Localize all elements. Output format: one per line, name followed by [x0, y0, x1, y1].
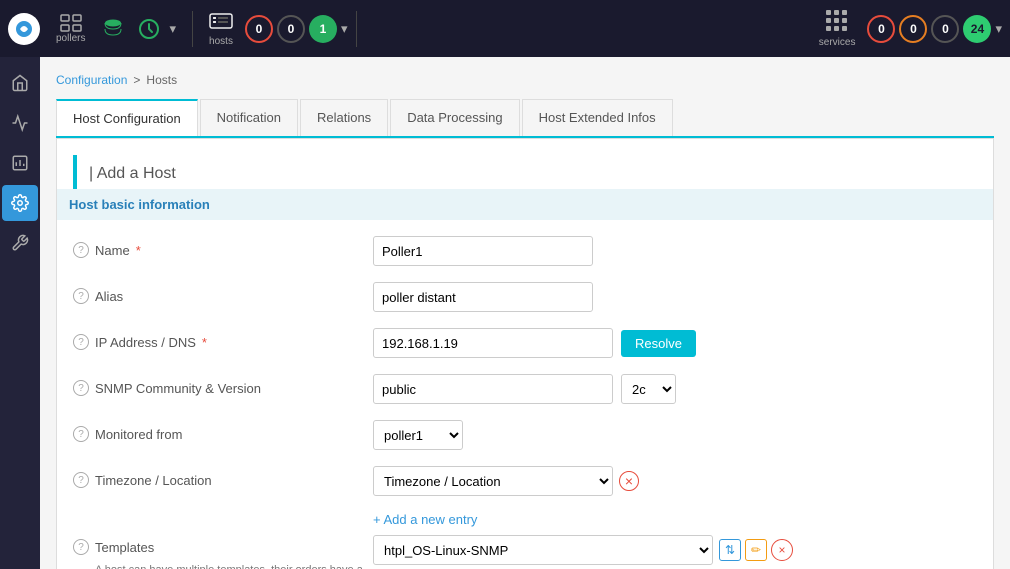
alias-help-icon[interactable]: ?	[73, 288, 89, 304]
snmp-control-wrap: 2c 1 3	[373, 374, 977, 404]
tabs-container: Host Configuration Notification Relation…	[56, 99, 994, 138]
template-row-1: htpl_OS-Linux-SNMP ⇅ ✏ ×	[373, 535, 793, 565]
hosts-icon	[209, 11, 233, 31]
sidebar-item-home[interactable]	[2, 65, 38, 101]
tab-host-extended-infos[interactable]: Host Extended Infos	[522, 99, 673, 136]
top-navbar: pollers ▾ hosts 0 0 1 ▾	[0, 0, 1010, 57]
form-row-templates: ? Templates A host can have multiple tem…	[73, 535, 977, 569]
template-1-delete-btn[interactable]: ×	[771, 539, 793, 561]
pollers-chevron[interactable]: ▾	[169, 21, 176, 37]
form-row-monitored: ? Monitored from poller1	[73, 420, 977, 452]
snmp-version-select[interactable]: 2c 1 3	[621, 374, 676, 404]
name-help-icon[interactable]: ?	[73, 242, 89, 258]
main-layout: Configuration > Hosts Host Configuration…	[0, 57, 1010, 569]
timezone-select[interactable]: Timezone / Location	[373, 466, 613, 496]
timezone-label: ? Timezone / Location	[73, 466, 373, 488]
template-1-select[interactable]: htpl_OS-Linux-SNMP	[373, 535, 713, 565]
sidebar-item-tools[interactable]	[2, 225, 38, 261]
alias-control-wrap	[373, 282, 977, 312]
pollers-label: pollers	[56, 33, 85, 44]
alias-input[interactable]	[373, 282, 593, 312]
services-badge-0: 0	[867, 15, 895, 43]
page-title: | Add a Host	[73, 155, 977, 193]
hosts-badges: 0 0 1 ▾	[245, 15, 348, 43]
templates-control-wrap: htpl_OS-Linux-SNMP ⇅ ✏ × htpl_App-centre…	[373, 535, 977, 569]
hosts-badge-1: 0	[277, 15, 305, 43]
main-content: Configuration > Hosts Host Configuration…	[40, 57, 1010, 569]
name-control-wrap	[373, 236, 977, 266]
breadcrumb: Configuration > Hosts	[56, 73, 994, 87]
sidebar-item-chart[interactable]	[2, 145, 38, 181]
monitored-help-icon[interactable]: ?	[73, 426, 89, 442]
sidebar	[0, 57, 40, 569]
sidebar-item-settings[interactable]	[2, 185, 38, 221]
form-row-snmp: ? SNMP Community & Version 2c 1 3	[73, 374, 977, 406]
timezone-help-icon[interactable]: ?	[73, 472, 89, 488]
hosts-badge-2: 1	[309, 15, 337, 43]
hosts-group: hosts	[201, 11, 241, 47]
hosts-badge-0: 0	[245, 15, 273, 43]
tab-notification[interactable]: Notification	[200, 99, 298, 136]
refresh-icon[interactable]	[137, 17, 161, 41]
services-badge-1: 0	[899, 15, 927, 43]
alias-label: ? Alias	[73, 282, 373, 304]
tab-host-configuration[interactable]: Host Configuration	[56, 99, 198, 136]
hosts-label: hosts	[209, 36, 233, 47]
templates-help-icon[interactable]: ?	[73, 539, 89, 555]
ip-required: *	[202, 335, 207, 350]
services-badge-3: 24	[963, 15, 991, 43]
ip-control-wrap: Resolve	[373, 328, 977, 358]
timezone-wrap: Timezone / Location ×	[373, 466, 639, 496]
tab-data-processing[interactable]: Data Processing	[390, 99, 519, 136]
timezone-control-wrap: Timezone / Location ×	[373, 466, 977, 496]
section-header: Host basic information	[57, 189, 993, 220]
tab-relations[interactable]: Relations	[300, 99, 388, 136]
monitored-control-wrap: poller1	[373, 420, 977, 450]
breadcrumb-current: Hosts	[146, 73, 177, 87]
templates-label-group: ? Templates A host can have multiple tem…	[73, 535, 373, 569]
name-label: ? Name *	[73, 236, 373, 258]
template-1-edit-btn[interactable]: ✏	[745, 539, 767, 561]
breadcrumb-configuration[interactable]: Configuration	[56, 73, 127, 87]
ip-help-icon[interactable]: ?	[73, 334, 89, 350]
app-logo[interactable]	[8, 13, 40, 45]
snmp-community-input[interactable]	[373, 374, 613, 404]
content-box: | Add a Host Host basic information ? Na…	[56, 138, 994, 569]
services-badges: 0 0 0 24 ▾	[867, 15, 1002, 43]
templates-hint: A host can have multiple templates, thei…	[95, 563, 373, 569]
form-row-name: ? Name *	[73, 236, 977, 268]
breadcrumb-separator: >	[133, 73, 140, 87]
services-label: services	[819, 37, 856, 48]
monitored-label: ? Monitored from	[73, 420, 373, 442]
snmp-label: ? SNMP Community & Version	[73, 374, 373, 396]
sidebar-item-activity[interactable]	[2, 105, 38, 141]
timezone-delete-btn[interactable]: ×	[619, 471, 639, 491]
services-group: services	[811, 10, 864, 48]
db-icon[interactable]	[101, 17, 125, 41]
form-row-alias: ? Alias	[73, 282, 977, 314]
ip-label: ? IP Address / DNS *	[73, 328, 373, 350]
form-row-timezone: ? Timezone / Location Timezone / Locatio…	[73, 466, 977, 498]
resolve-button[interactable]: Resolve	[621, 330, 696, 357]
snmp-help-icon[interactable]: ?	[73, 380, 89, 396]
template-1-move-btn[interactable]: ⇅	[719, 539, 741, 561]
ip-input[interactable]	[373, 328, 613, 358]
pollers-icon[interactable]: pollers	[56, 14, 85, 44]
name-required: *	[136, 243, 141, 258]
hosts-chevron[interactable]: ▾	[341, 21, 348, 37]
pollers-group: pollers	[48, 14, 93, 44]
services-badge-2: 0	[931, 15, 959, 43]
add-entry-btn[interactable]: + Add a new entry	[373, 512, 977, 527]
services-chevron[interactable]: ▾	[995, 21, 1002, 37]
services-icon	[826, 10, 848, 32]
form-row-ip: ? IP Address / DNS * Resolve	[73, 328, 977, 360]
name-input[interactable]	[373, 236, 593, 266]
monitored-select[interactable]: poller1	[373, 420, 463, 450]
template-1-actions: ⇅ ✏ ×	[719, 539, 793, 561]
